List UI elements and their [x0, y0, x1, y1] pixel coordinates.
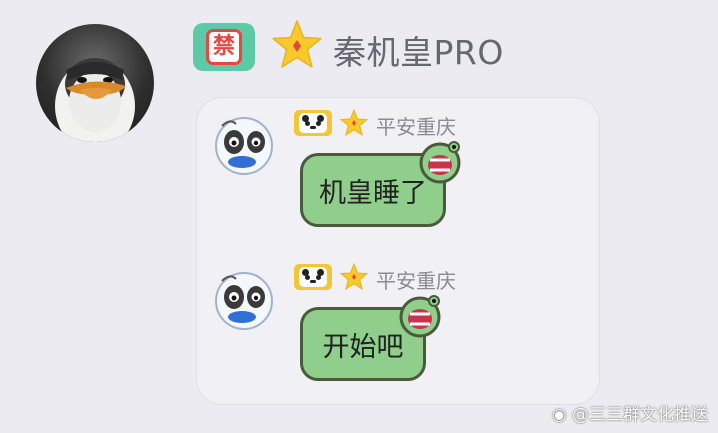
panda-face-icon [299, 267, 327, 287]
star-icon [272, 20, 322, 68]
sender-name[interactable]: 秦机皇PRO [333, 26, 504, 74]
panda-level-badge [294, 110, 332, 136]
frog-sticker-icon [419, 141, 461, 184]
ban-badge: 禁 [193, 23, 255, 71]
panda-avatar-icon[interactable] [212, 112, 276, 176]
panda-face-icon [299, 113, 327, 133]
penguin-avatar-icon [55, 58, 135, 142]
star-icon [339, 262, 369, 291]
star-icon [339, 108, 369, 137]
ban-badge-glyph: 禁 [206, 29, 242, 65]
sender-avatar[interactable] [36, 24, 154, 142]
panda-avatar-icon[interactable] [212, 267, 276, 331]
weibo-icon: ◉ [551, 405, 572, 425]
message-sender-name[interactable]: 平安重庆 [376, 111, 456, 140]
panda-level-badge [294, 264, 332, 290]
message-sender-name[interactable]: 平安重庆 [376, 265, 456, 294]
watermark-text: @三三群文化推送 [572, 405, 708, 425]
watermark: ◉ @三三群文化推送 [552, 400, 708, 425]
frog-sticker-icon [399, 295, 441, 338]
